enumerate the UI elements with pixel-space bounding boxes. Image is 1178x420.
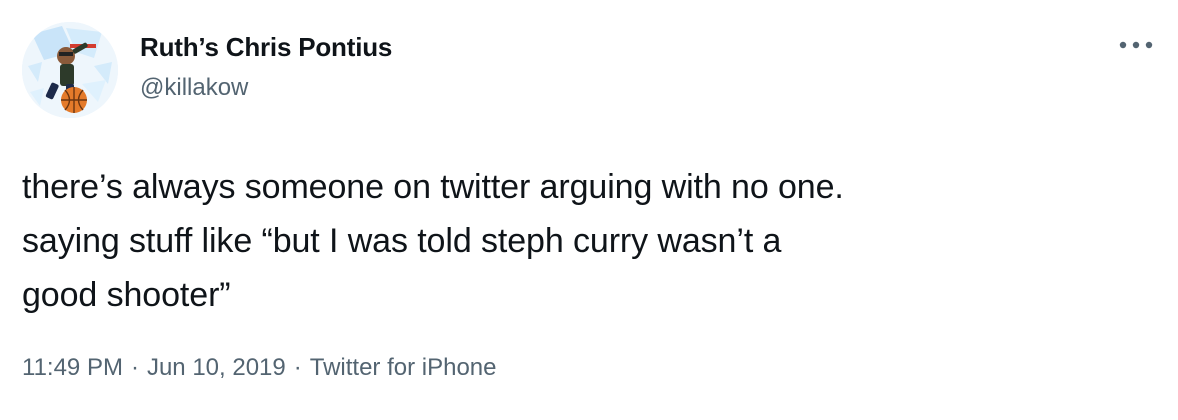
meta-separator: · bbox=[130, 354, 139, 381]
tweet: Ruth’s Chris Pontius @killakow there’s a… bbox=[0, 0, 1178, 420]
display-name[interactable]: Ruth’s Chris Pontius bbox=[140, 30, 392, 64]
tweet-date-link[interactable]: Jun 10, 2019 bbox=[147, 354, 286, 381]
avatar[interactable] bbox=[22, 22, 118, 118]
author-block: Ruth’s Chris Pontius @killakow bbox=[140, 30, 392, 104]
handle[interactable]: @killakow bbox=[140, 72, 392, 104]
more-dots-icon bbox=[1119, 41, 1153, 49]
tweet-text: there’s always someone on twitter arguin… bbox=[22, 168, 844, 314]
tweet-time-link[interactable]: 11:49 PM bbox=[22, 354, 123, 381]
more-button[interactable] bbox=[1114, 32, 1158, 58]
avatar-bitmoji-basketball-icon bbox=[22, 22, 118, 118]
tweet-source-link[interactable]: Twitter for iPhone bbox=[310, 354, 497, 381]
meta-separator: · bbox=[293, 354, 302, 381]
tweet-meta: 11:49 PM · Jun 10, 2019 · Twitter for iPhone bbox=[22, 352, 497, 384]
